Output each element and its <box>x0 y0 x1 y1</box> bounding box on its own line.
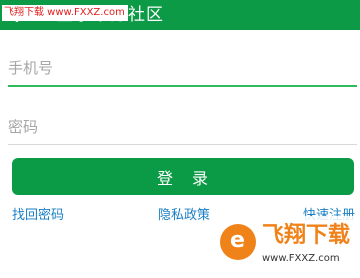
watermark-title: 飞翔下载 <box>262 223 351 248</box>
forgot-password-link[interactable]: 找回密码 <box>12 207 64 225</box>
phone-input[interactable] <box>8 51 357 85</box>
phone-field[interactable] <box>8 51 357 85</box>
password-field[interactable] <box>8 110 357 144</box>
watermark-url: www.FXXZ.com <box>262 253 340 264</box>
watermark-bottom-right: e 飞翔下载 www.FXXZ.com <box>212 216 360 278</box>
phone-underline <box>8 85 357 87</box>
privacy-policy-link[interactable]: 隐私政策 <box>158 207 210 225</box>
watermark-top-left: 飞翔下载 www.FXXZ.com <box>2 5 128 21</box>
password-underline <box>8 144 357 145</box>
password-input[interactable] <box>8 110 357 144</box>
login-button[interactable]: 登 录 <box>12 158 354 195</box>
watermark-logo-icon: e <box>220 224 256 260</box>
